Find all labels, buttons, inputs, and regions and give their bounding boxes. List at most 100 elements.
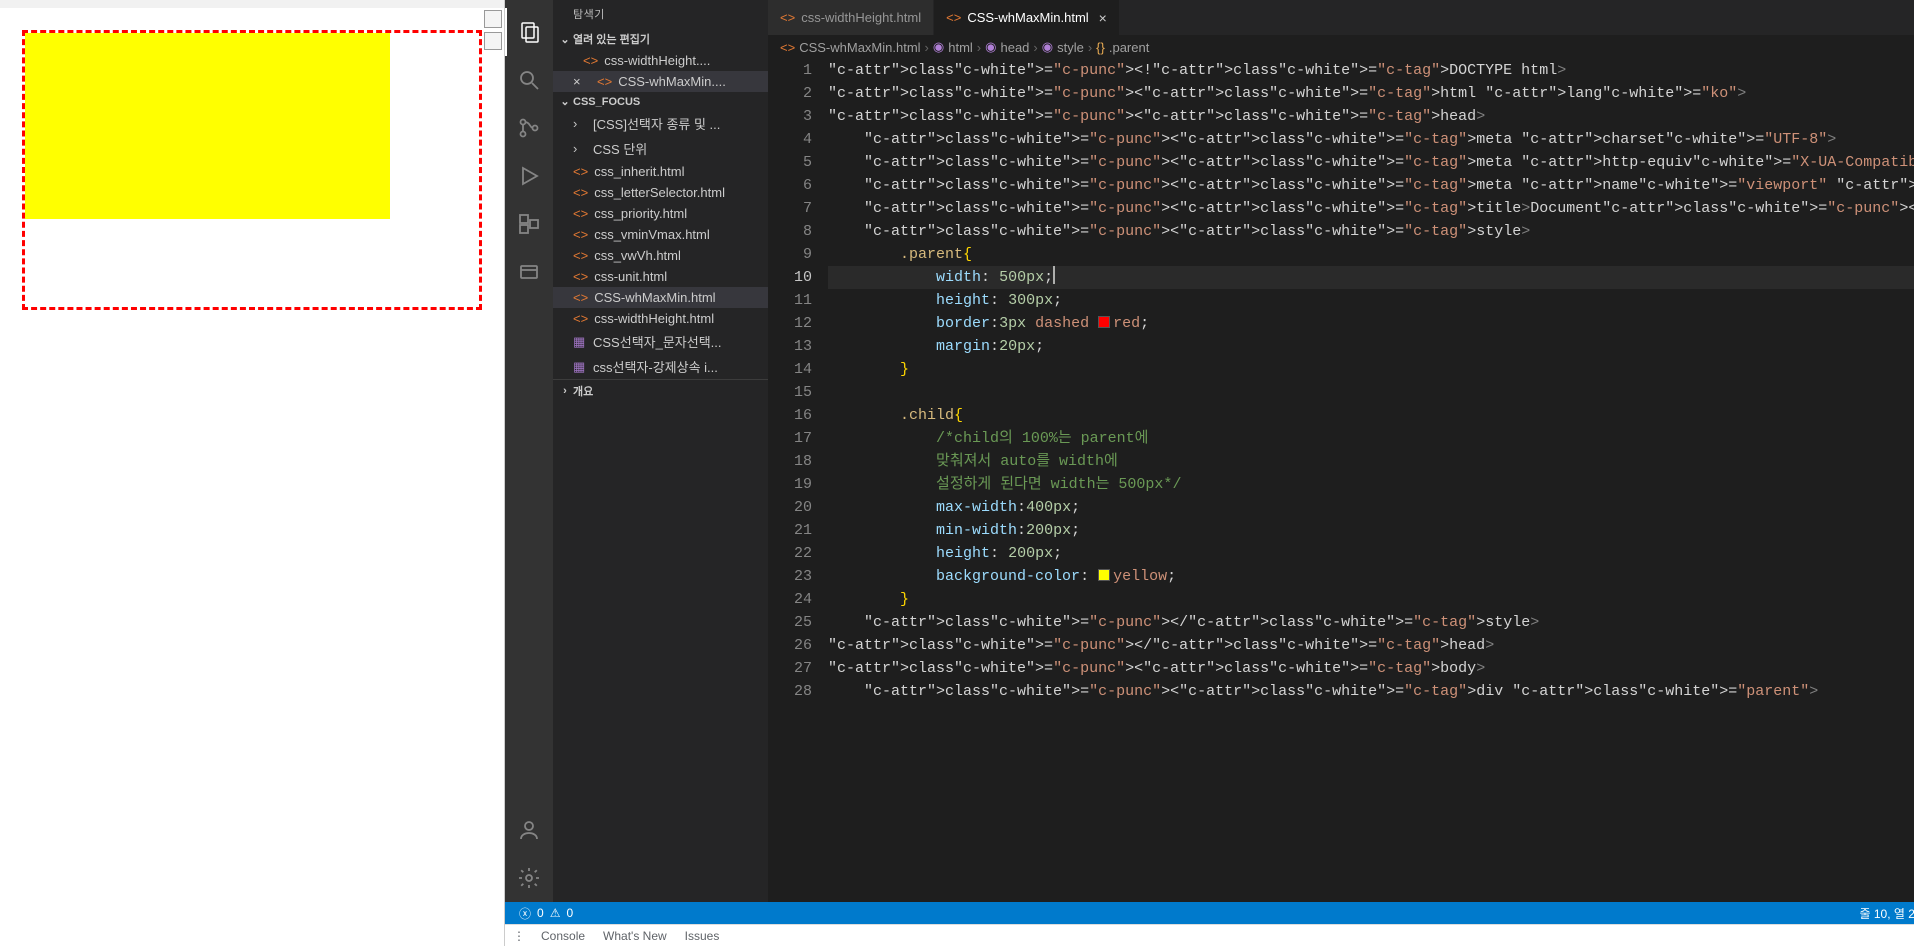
devtools-menu-icon[interactable]: ⋮: [513, 929, 523, 943]
editor-tab[interactable]: <> CSS-whMaxMin.html ×: [934, 0, 1120, 35]
file-label: CSS-whMaxMin.html: [594, 290, 715, 305]
open-editors-header[interactable]: ⌄열려 있는 편집기: [553, 28, 768, 50]
preview-viewport: [0, 30, 504, 310]
breadcrumb-item[interactable]: head: [1000, 40, 1029, 55]
devtools-tab-console[interactable]: Console: [541, 929, 585, 943]
file-label: css_vminVmax.html: [594, 227, 710, 242]
status-bar: ⓧ0 ⚠0 줄 10, 열 21 공백: 4 UTF-8 CRLF HTML ⊘…: [505, 902, 1914, 924]
chevron-down-icon: ⌄: [559, 95, 571, 108]
file-tree-item[interactable]: ▦CSS선택자_문자선택...: [553, 329, 768, 354]
close-icon[interactable]: ×: [573, 74, 587, 89]
file-tree-item[interactable]: <> CSS-whMaxMin.html: [553, 287, 768, 308]
devtools-tab-whatsnew[interactable]: What's New: [603, 929, 667, 943]
activity-bar: [505, 0, 553, 902]
file-tree-item[interactable]: <>css-widthHeight.html: [553, 308, 768, 329]
file-tree-item[interactable]: ›CSS 단위: [553, 136, 768, 161]
open-editor-item[interactable]: <> css-widthHeight....: [553, 50, 768, 71]
devtools-bar: ⋮ Console What's New Issues ×: [505, 924, 1914, 946]
html-file-icon: <>: [573, 164, 588, 179]
html-file-icon: <>: [573, 227, 588, 242]
element-icon: ◉: [1042, 39, 1053, 55]
html-file-icon: <>: [573, 206, 588, 221]
status-position-label: 줄 10, 열 21: [1859, 905, 1914, 922]
html-file-icon: <>: [946, 10, 961, 25]
breadcrumb-item[interactable]: CSS-whMaxMin.html: [799, 40, 920, 55]
file-tree-item[interactable]: <> css_vminVmax.html: [553, 224, 768, 245]
preview-tool-icon[interactable]: [484, 10, 502, 28]
explorer-title: 탐색기: [553, 0, 768, 28]
code-editor[interactable]: 1234567891011121314151617181920212223242…: [768, 59, 1914, 902]
file-tree-item[interactable]: ›[CSS]선택자 종류 및 ...: [553, 111, 768, 136]
browser-chrome-stub: [0, 0, 504, 8]
file-tree-item[interactable]: <>css_inherit.html: [553, 161, 768, 182]
file-tree-item[interactable]: <> css_vwVh.html: [553, 245, 768, 266]
activity-explorer-icon[interactable]: [505, 8, 553, 56]
file-label: css_vwVh.html: [594, 248, 681, 263]
status-problems[interactable]: ⓧ 0 ⚠ 0: [513, 905, 579, 922]
file-tree-item[interactable]: <>css-unit.html: [553, 266, 768, 287]
outline-header[interactable]: ›개요: [553, 379, 768, 402]
chevron-right-icon: ›: [559, 385, 571, 397]
preview-toolbar: [482, 8, 504, 52]
preview-parent-box: [22, 30, 482, 310]
activity-search-icon[interactable]: [505, 56, 553, 104]
status-cursor-position[interactable]: 줄 10, 열 21: [1853, 905, 1914, 922]
breadcrumb-item[interactable]: style: [1057, 40, 1084, 55]
folder-header-label: CSS_FOCUS: [573, 96, 640, 108]
breadcrumb-item[interactable]: .parent: [1109, 40, 1149, 55]
preview-child-box: [25, 33, 390, 219]
outline-label: 개요: [573, 383, 593, 399]
chevron-down-icon: ⌄: [559, 33, 571, 46]
activity-extra-icon[interactable]: [505, 248, 553, 296]
image-file-icon: ▦: [573, 359, 587, 375]
activity-debug-icon[interactable]: [505, 152, 553, 200]
html-file-icon: <>: [573, 269, 588, 284]
close-icon[interactable]: ×: [1099, 10, 1107, 26]
selector-icon: {}: [1096, 40, 1105, 55]
file-label: css선택자-강제상속 i...: [593, 357, 718, 376]
activity-account-icon[interactable]: [505, 806, 553, 854]
error-icon: ⓧ: [519, 905, 531, 922]
vscode-body: 탐색기 ⌄열려 있는 편집기 <> css-widthHeight.... × …: [505, 0, 1914, 902]
html-file-icon: <>: [780, 10, 795, 25]
editor-tabs: <>css-widthHeight.html<>CSS-whMaxMin.htm…: [768, 0, 1914, 35]
breadcrumb-item[interactable]: html: [948, 40, 973, 55]
html-file-icon: <>: [597, 74, 612, 89]
preview-tool-icon[interactable]: [484, 32, 502, 50]
activity-extensions-icon[interactable]: [505, 200, 553, 248]
chevron-right-icon: ›: [573, 141, 587, 156]
file-label: css-widthHeight.html: [594, 311, 714, 326]
status-error-count: 0: [537, 906, 544, 920]
html-file-icon: <>: [583, 53, 598, 68]
file-tree-item[interactable]: <> css_priority.html: [553, 203, 768, 224]
open-editor-label: CSS-whMaxMin....: [618, 74, 726, 89]
warning-icon: ⚠: [550, 906, 561, 920]
explorer-sidebar: 탐색기 ⌄열려 있는 편집기 <> css-widthHeight.... × …: [553, 0, 768, 902]
status-warning-count: 0: [566, 906, 573, 920]
file-label: css_priority.html: [594, 206, 687, 221]
vscode-window: 탐색기 ⌄열려 있는 편집기 <> css-widthHeight.... × …: [505, 0, 1914, 946]
open-editor-label: css-widthHeight....: [604, 53, 710, 68]
code-content[interactable]: "c-attr">class"c-white">="c-punc"><!"c-a…: [828, 59, 1914, 902]
breadcrumb[interactable]: <>CSS-whMaxMin.html › ◉html › ◉head › ◉s…: [768, 35, 1914, 59]
tab-label: CSS-whMaxMin.html: [967, 10, 1088, 25]
html-file-icon: <>: [780, 40, 795, 55]
folder-header[interactable]: ⌄CSS_FOCUS: [553, 92, 768, 111]
editor-tab[interactable]: <>css-widthHeight.html: [768, 0, 934, 35]
line-number-gutter: 1234567891011121314151617181920212223242…: [768, 59, 828, 902]
activity-scm-icon[interactable]: [505, 104, 553, 152]
file-label: css_letterSelector.html: [594, 185, 725, 200]
file-tree-item[interactable]: ▦ css선택자-강제상속 i...: [553, 354, 768, 379]
editor-area: <>css-widthHeight.html<>CSS-whMaxMin.htm…: [768, 0, 1914, 902]
devtools-tab-issues[interactable]: Issues: [685, 929, 720, 943]
image-file-icon: ▦: [573, 334, 587, 350]
file-tree-item[interactable]: <> css_letterSelector.html: [553, 182, 768, 203]
activity-settings-icon[interactable]: [505, 854, 553, 902]
html-file-icon: <>: [573, 185, 588, 200]
html-file-icon: <>: [573, 248, 588, 263]
open-editor-item[interactable]: × <> CSS-whMaxMin....: [553, 71, 768, 92]
html-file-icon: <>: [573, 290, 588, 305]
chevron-right-icon: ›: [573, 116, 587, 131]
browser-preview-pane: [0, 0, 505, 946]
element-icon: ◉: [933, 39, 944, 55]
